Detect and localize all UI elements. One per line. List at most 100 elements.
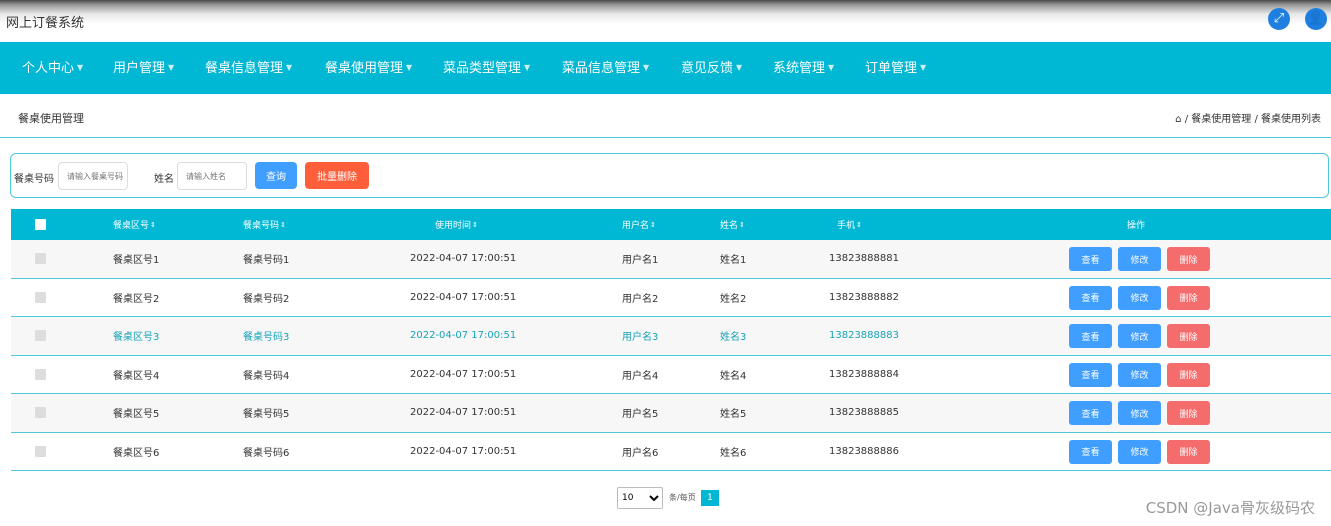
cell-number: 餐桌号码3 xyxy=(243,332,290,344)
header-name[interactable]: 姓名 ⇕ xyxy=(720,209,745,240)
edit-button[interactable]: 修改 xyxy=(1118,401,1161,425)
view-button[interactable]: 查看 xyxy=(1069,401,1112,425)
nav-item-table-info[interactable]: 餐桌信息管理 ▼ xyxy=(205,42,292,94)
cell-phone: 13823888885 xyxy=(829,407,899,419)
app-title: 网上订餐系统 xyxy=(6,16,85,31)
caret-down-icon: ▼ xyxy=(406,63,413,72)
sort-icon[interactable]: ⇕ xyxy=(472,221,478,229)
caret-down-icon: ▼ xyxy=(736,63,743,72)
table-row: 餐桌区号2 餐桌号码2 2022-04-07 17:00:51 用户名2 姓名2… xyxy=(11,279,1331,317)
row-checkbox[interactable] xyxy=(35,330,46,342)
delete-button[interactable]: 删除 xyxy=(1167,362,1210,387)
row-checkbox[interactable] xyxy=(35,407,46,419)
nav-item-system[interactable]: 系统管理 ▼ xyxy=(773,42,834,94)
row-checkbox[interactable] xyxy=(35,291,46,303)
query-button[interactable]: 查询 xyxy=(255,162,297,189)
nav-item-user-management[interactable]: 用户管理 ▼ xyxy=(113,42,174,94)
edit-button[interactable]: 修改 xyxy=(1118,324,1161,348)
main-nav: 个人中心 ▼ 用户管理 ▼ 餐桌信息管理 ▼ 餐桌使用管理 ▼ 菜品类型管理 ▼ 菜品信息… xyxy=(0,42,1331,94)
row-checkbox[interactable] xyxy=(35,368,46,380)
header-area[interactable]: 餐桌区号 ⇕ xyxy=(113,209,156,240)
delete-button[interactable]: 删除 xyxy=(1167,439,1210,464)
cell-area: 餐桌区号4 xyxy=(113,370,160,382)
nav-item-orders[interactable]: 订单管理 ▼ xyxy=(865,42,926,94)
home-icon[interactable]: ⌂ xyxy=(1175,114,1181,125)
sort-icon[interactable]: ⇕ xyxy=(650,221,656,229)
cell-name: 姓名4 xyxy=(720,370,747,382)
cell-name: 姓名2 xyxy=(720,293,747,305)
cell-number: 餐桌号码2 xyxy=(243,293,290,305)
cell-number: 餐桌号码4 xyxy=(243,370,290,382)
edit-button[interactable]: 修改 xyxy=(1118,247,1161,271)
cell-username: 用户名5 xyxy=(622,409,659,421)
delete-button[interactable]: 删除 xyxy=(1167,247,1210,271)
user-icon[interactable]: 👤 xyxy=(1305,8,1327,30)
table-number-input[interactable] xyxy=(58,162,128,190)
view-button[interactable]: 查看 xyxy=(1069,439,1112,464)
sort-icon[interactable]: ⇕ xyxy=(150,221,156,229)
caret-down-icon: ▼ xyxy=(168,63,175,72)
table-row: 餐桌区号4 餐桌号码4 2022-04-07 17:00:51 用户名4 姓名4… xyxy=(11,356,1331,394)
page-size-select[interactable]: 10 xyxy=(617,487,663,509)
watermark: CSDN @Java骨灰级码农 xyxy=(1145,499,1315,517)
row-checkbox[interactable] xyxy=(35,445,46,457)
delete-button[interactable]: 删除 xyxy=(1167,401,1210,425)
nav-item-dish-type[interactable]: 菜品类型管理 ▼ xyxy=(443,42,530,94)
cell-number: 餐桌号码6 xyxy=(243,447,290,459)
edit-button[interactable]: 修改 xyxy=(1118,285,1161,310)
table-row: 餐桌区号5 餐桌号码5 2022-04-07 17:00:51 用户名5 姓名5… xyxy=(11,394,1331,433)
breadcrumb: ⌂ / 餐桌使用管理 / 餐桌使用列表 xyxy=(1175,114,1321,125)
name-label: 姓名 xyxy=(154,174,174,185)
breadcrumb-level1[interactable]: 餐桌使用管理 xyxy=(1191,114,1251,125)
header-number[interactable]: 餐桌号码 ⇕ xyxy=(243,209,286,240)
sort-icon[interactable]: ⇕ xyxy=(280,221,286,229)
view-button[interactable]: 查看 xyxy=(1069,324,1112,348)
nav-item-table-usage[interactable]: 餐桌使用管理 ▼ xyxy=(325,42,412,94)
batch-delete-button[interactable]: 批量删除 xyxy=(305,162,369,189)
name-input[interactable] xyxy=(177,162,247,190)
sort-icon[interactable]: ⇕ xyxy=(856,221,862,229)
page-title: 餐桌使用管理 xyxy=(18,112,84,125)
nav-item-feedback[interactable]: 意见反馈 ▼ xyxy=(681,42,742,94)
expand-icon[interactable]: ⤢ xyxy=(1268,8,1290,30)
nav-item-personal-center[interactable]: 个人中心 ▼ xyxy=(22,42,83,94)
caret-down-icon: ▼ xyxy=(643,63,650,72)
cell-area: 餐桌区号3 xyxy=(113,332,160,344)
delete-button[interactable]: 删除 xyxy=(1167,285,1210,310)
header-username[interactable]: 用户名 ⇕ xyxy=(622,209,656,240)
view-button[interactable]: 查看 xyxy=(1069,362,1112,387)
nav-item-dish-info[interactable]: 菜品信息管理 ▼ xyxy=(562,42,649,94)
cell-time: 2022-04-07 17:00:51 xyxy=(410,253,517,265)
delete-button[interactable]: 删除 xyxy=(1167,324,1210,348)
row-checkbox[interactable] xyxy=(35,253,46,265)
header-phone[interactable]: 手机 ⇕ xyxy=(837,209,862,240)
cell-username: 用户名1 xyxy=(622,255,659,267)
caret-down-icon: ▼ xyxy=(77,63,84,72)
edit-button[interactable]: 修改 xyxy=(1118,362,1161,387)
table-row: 餐桌区号3 餐桌号码3 2022-04-07 17:00:51 用户名3 姓名3… xyxy=(11,317,1331,356)
cell-time: 2022-04-07 17:00:51 xyxy=(410,407,517,419)
table-row: 餐桌区号1 餐桌号码1 2022-04-07 17:00:51 用户名1 姓名1… xyxy=(11,240,1331,279)
cell-username: 用户名4 xyxy=(622,370,659,382)
cell-name: 姓名5 xyxy=(720,409,747,421)
cell-number: 餐桌号码5 xyxy=(243,409,290,421)
table-header: 餐桌区号 ⇕ 餐桌号码 ⇕ 使用时间 ⇕ 用户名 ⇕ 姓名 ⇕ 手机 ⇕ 操作 xyxy=(11,209,1331,240)
header-time[interactable]: 使用时间 ⇕ xyxy=(435,209,478,240)
cell-name: 姓名1 xyxy=(720,255,747,267)
page-number-current[interactable]: 1 xyxy=(701,490,719,506)
page-header: 餐桌使用管理 ⌂ / 餐桌使用管理 / 餐桌使用列表 xyxy=(0,94,1331,138)
table-number-label: 餐桌号码 xyxy=(14,174,54,185)
sort-icon[interactable]: ⇕ xyxy=(739,221,745,229)
cell-number: 餐桌号码1 xyxy=(243,255,290,267)
edit-button[interactable]: 修改 xyxy=(1118,439,1161,464)
caret-down-icon: ▼ xyxy=(828,63,835,72)
cell-area: 餐桌区号1 xyxy=(113,255,160,267)
select-all-checkbox[interactable] xyxy=(35,219,46,230)
caret-down-icon: ▼ xyxy=(920,63,927,72)
search-panel: 餐桌号码 姓名 查询 批量删除 xyxy=(10,153,1329,198)
caret-down-icon: ▼ xyxy=(286,63,293,72)
per-page-label: 条/每页 xyxy=(669,493,696,502)
cell-username: 用户名3 xyxy=(622,332,659,344)
view-button[interactable]: 查看 xyxy=(1069,285,1112,310)
view-button[interactable]: 查看 xyxy=(1069,247,1112,271)
